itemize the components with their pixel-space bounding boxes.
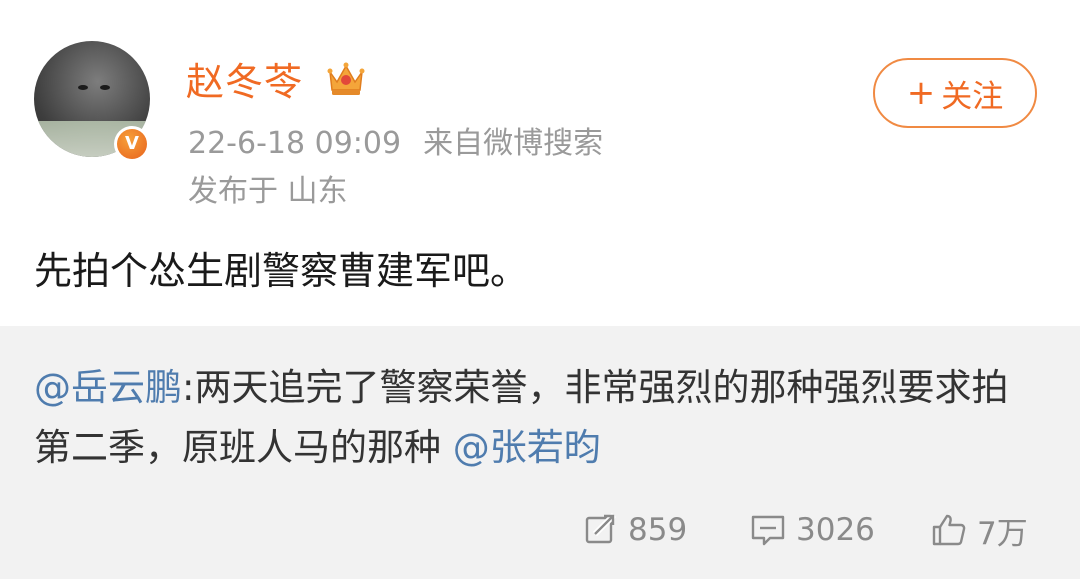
post-source: 来自微博搜索 — [423, 126, 604, 161]
comment-icon — [751, 515, 785, 546]
post-location: 发布于 山东 — [188, 174, 348, 209]
like-action[interactable]: 7万 — [931, 506, 1028, 554]
repost-action[interactable]: 859 — [584, 506, 687, 554]
weibo-post: V 赵冬苓 22-6-18 09:09 来自微博搜索 发布于 山东 + 关注 先拍… — [0, 0, 1080, 326]
avatar-eye — [78, 85, 88, 90]
follow-button-label: 关注 — [941, 78, 1004, 115]
repost-count: 859 — [628, 512, 688, 548]
mention-link-author[interactable]: @岳云鹏 — [34, 366, 182, 409]
like-count: 7万 — [977, 515, 1028, 552]
retweet-text: @岳云鹏:两天追完了警察荣誉，非常强烈的那种强烈要求拍第二季，原班人马的那种 @… — [34, 358, 1044, 478]
follow-button[interactable]: + 关注 — [873, 58, 1037, 128]
retweeted-post[interactable]: @岳云鹏:两天追完了警察荣誉，非常强烈的那种强烈要求拍第二季，原班人马的那种 @… — [0, 326, 1080, 579]
avatar-eye — [100, 85, 110, 90]
crown-icon — [327, 62, 365, 95]
thumbs-up-icon — [932, 514, 966, 546]
verified-badge-icon: V — [114, 126, 150, 162]
plus-icon: + — [906, 73, 936, 113]
verified-badge-letter: V — [117, 129, 147, 159]
repost-icon — [585, 513, 617, 544]
comment-action[interactable]: 3026 — [750, 506, 875, 554]
username[interactable]: 赵冬苓 — [186, 51, 303, 106]
post-date: 22-6-18 09:09 — [188, 126, 402, 161]
post-meta: 22-6-18 09:09 来自微博搜索 — [188, 118, 603, 162]
post-content: 先拍个怂生剧警察曹建军吧。 — [34, 249, 529, 293]
mention-link[interactable]: @张若昀 — [453, 426, 601, 469]
comment-count: 3026 — [796, 512, 875, 548]
